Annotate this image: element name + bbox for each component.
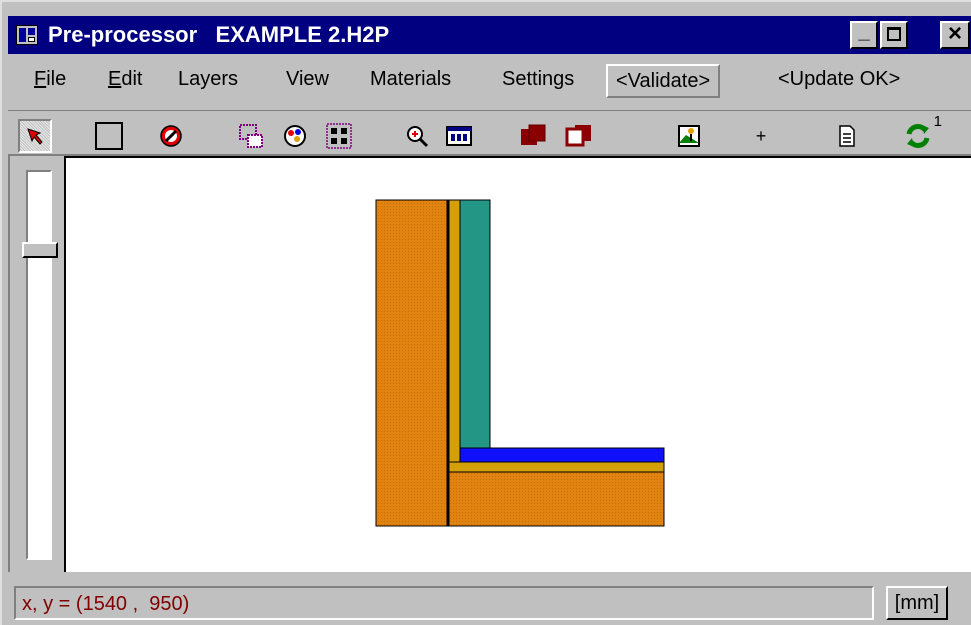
zoom-slider-thumb[interactable] — [22, 242, 58, 258]
refresh-badge: 1 — [933, 113, 942, 130]
document-icon — [839, 125, 855, 147]
close-icon: × — [947, 20, 962, 47]
zoom-slider[interactable] — [22, 170, 58, 560]
grid-dots-icon — [326, 123, 352, 149]
rectangle-tool-button[interactable] — [92, 119, 126, 153]
rectangle-icon — [95, 122, 123, 150]
screen-icon — [446, 126, 472, 146]
vertical-wall[interactable] — [375, 199, 449, 527]
no-entry-tool-button[interactable] — [154, 119, 188, 153]
menu-file-label: ile — [46, 68, 67, 90]
no-entry-icon — [160, 125, 182, 147]
person-icon — [678, 125, 700, 147]
zoom-icon — [407, 126, 429, 148]
menu-edit-accel: E — [108, 68, 122, 90]
close-button[interactable]: × — [940, 21, 970, 49]
select-arrow-icon — [27, 128, 43, 145]
palette-icon — [284, 125, 306, 147]
title-bar[interactable]: Pre-processor EXAMPLE 2.H2P _ × — [8, 16, 971, 54]
menu-edit[interactable]: Edit — [108, 68, 142, 91]
insulation-layer[interactable] — [459, 199, 491, 449]
zoom-tool-button[interactable] — [400, 119, 434, 153]
minimize-icon: _ — [858, 21, 870, 43]
menu-layers[interactable]: Layers — [178, 68, 238, 91]
drawing-canvas[interactable] — [64, 156, 971, 572]
maximize-icon — [887, 27, 901, 41]
menu-settings[interactable]: Settings — [502, 68, 574, 91]
solid-square-icon — [521, 124, 546, 145]
grid-tool-button[interactable] — [322, 119, 356, 153]
thin-layer-horizontal[interactable] — [447, 461, 665, 473]
membrane-layer[interactable] — [459, 447, 665, 463]
coordinates-panel: x, y = (1540 , 950) — [14, 586, 874, 620]
validate-button[interactable]: <Validate> — [606, 64, 721, 98]
screen-tool-button[interactable] — [442, 119, 476, 153]
person-tool-button[interactable] — [672, 119, 706, 153]
toolbar: + 1 — [8, 110, 971, 157]
outline-square-icon — [565, 125, 591, 147]
update-ok-button[interactable]: <Update OK> — [778, 68, 900, 91]
refresh-icon — [906, 124, 930, 148]
thin-layer-vertical[interactable] — [447, 199, 461, 465]
layer-rect-tool-button[interactable] — [234, 119, 268, 153]
menu-file-accel: F — [34, 68, 47, 90]
menu-view[interactable]: View — [286, 68, 329, 91]
layer-rect-icon — [239, 124, 263, 148]
select-tool-button[interactable] — [18, 119, 52, 153]
palette-tool-button[interactable] — [278, 119, 312, 153]
window-title: Pre-processor EXAMPLE 2.H2P — [48, 22, 390, 47]
solid-square-tool-button[interactable] — [516, 119, 550, 153]
unit-button[interactable]: [mm] — [886, 586, 948, 620]
menu-edit-label: dit — [121, 68, 143, 90]
app-icon[interactable] — [16, 25, 38, 45]
minimize-button[interactable]: _ — [850, 21, 878, 49]
menu-file[interactable]: File — [34, 68, 66, 91]
add-button[interactable]: + — [744, 119, 778, 153]
menu-bar: File Edit Layers View Materials Settings… — [8, 58, 971, 104]
outline-square-tool-button[interactable] — [562, 119, 596, 153]
menu-materials[interactable]: Materials — [370, 68, 451, 91]
horizontal-slab[interactable] — [447, 471, 665, 527]
refresh-tool-button[interactable]: 1 — [896, 113, 942, 153]
status-bar: x, y = (1540 , 950) [mm] — [8, 578, 971, 624]
construction-drawing — [375, 199, 665, 527]
coordinates-readout: x, y = (1540 , 950) — [22, 593, 190, 615]
document-tool-button[interactable] — [830, 119, 864, 153]
maximize-button[interactable] — [880, 21, 908, 49]
app-window: Pre-processor EXAMPLE 2.H2P _ × File Edi… — [0, 0, 971, 625]
